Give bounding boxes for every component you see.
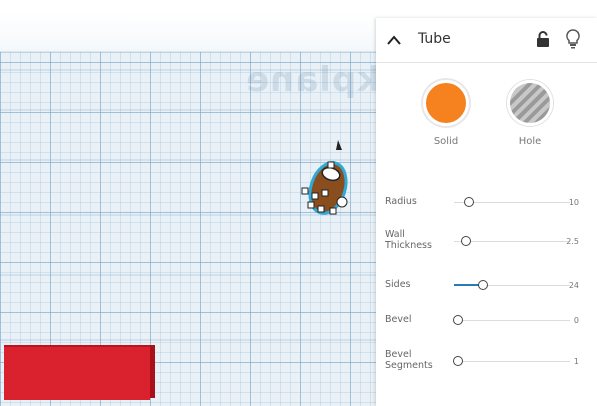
inspector-title: Tube bbox=[418, 31, 451, 47]
red-box-shape-side bbox=[150, 345, 155, 398]
solid-option[interactable]: Solid bbox=[416, 80, 476, 147]
wall-thickness-track[interactable] bbox=[454, 241, 570, 242]
bevel-slider-knob[interactable] bbox=[452, 315, 463, 325]
wall-thickness-slider-knob[interactable] bbox=[460, 236, 471, 246]
radius-row: Radius 10 bbox=[376, 188, 597, 218]
radius-slider-knob[interactable] bbox=[464, 197, 475, 207]
sides-row: Sides 24 bbox=[376, 271, 597, 301]
bevel-label: Bevel bbox=[385, 314, 412, 325]
bevel-segments-value[interactable]: 1 bbox=[574, 357, 579, 366]
sides-label: Sides bbox=[385, 279, 411, 290]
bevel-segments-track[interactable] bbox=[454, 361, 570, 362]
selected-tube-shape[interactable] bbox=[298, 138, 358, 220]
lock-icon[interactable] bbox=[536, 30, 550, 48]
wall-thickness-row: Wall Thickness 2.5 bbox=[376, 224, 597, 254]
shape-inspector-panel: Tube Solid Hole Radius 10 Wall Thickness… bbox=[376, 18, 597, 406]
solid-label: Solid bbox=[433, 136, 459, 147]
hole-swatch[interactable] bbox=[507, 80, 553, 126]
sides-slider-knob[interactable] bbox=[478, 280, 489, 290]
hole-option[interactable]: Hole bbox=[500, 80, 560, 147]
bevel-segments-slider-knob[interactable] bbox=[452, 356, 463, 366]
rotate-arrow-icon bbox=[336, 140, 342, 150]
radius-value[interactable]: 10 bbox=[569, 198, 579, 207]
wall-thickness-value[interactable]: 2.5 bbox=[566, 237, 579, 246]
sides-value[interactable]: 24 bbox=[569, 281, 579, 290]
hole-label: Hole bbox=[518, 136, 542, 147]
inspector-header: Tube bbox=[376, 18, 597, 63]
bevel-segments-label: Bevel Segments bbox=[385, 349, 433, 371]
bevel-row: Bevel 0 bbox=[376, 306, 597, 336]
bevel-track[interactable] bbox=[454, 320, 570, 321]
bevel-value[interactable]: 0 bbox=[574, 316, 579, 325]
red-box-shape[interactable] bbox=[4, 345, 150, 400]
chevron-up-icon[interactable] bbox=[386, 33, 402, 47]
sides-track-fill bbox=[454, 284, 480, 286]
wall-thickness-label: Wall Thickness bbox=[385, 229, 432, 251]
bevel-segments-row: Bevel Segments 1 bbox=[376, 344, 597, 374]
lightbulb-icon[interactable] bbox=[566, 29, 580, 49]
radius-label: Radius bbox=[385, 196, 417, 207]
solid-swatch[interactable] bbox=[423, 80, 469, 126]
